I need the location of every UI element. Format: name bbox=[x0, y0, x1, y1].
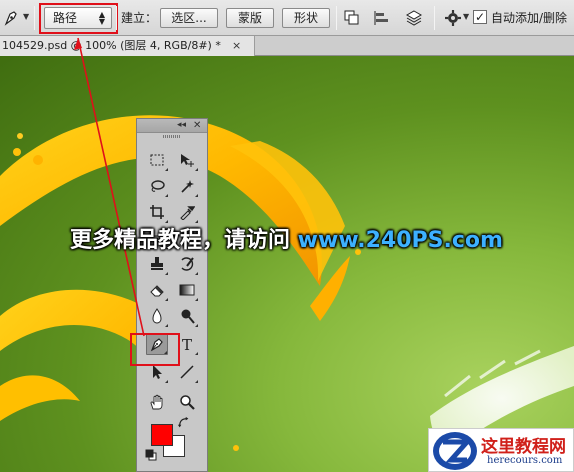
divider bbox=[434, 6, 435, 30]
blur-icon[interactable] bbox=[146, 305, 168, 327]
auto-add-delete-checkbox[interactable]: ✓ bbox=[473, 10, 487, 24]
juice-splash-image bbox=[0, 115, 574, 472]
highlight-mode-select bbox=[39, 3, 118, 34]
path-alignment-icon[interactable] bbox=[372, 9, 390, 27]
hand-icon[interactable] bbox=[146, 391, 168, 413]
site-logo: 这里教程网 herecours.com bbox=[428, 428, 574, 472]
rectangular-marquee-icon[interactable] bbox=[146, 149, 168, 171]
logo-url: herecours.com bbox=[487, 455, 563, 466]
eyedropper-icon[interactable] bbox=[176, 201, 198, 223]
move-icon[interactable] bbox=[176, 149, 198, 171]
make-shape-button[interactable]: 形状 bbox=[282, 8, 330, 28]
make-mask-button[interactable]: 蒙版 bbox=[226, 8, 274, 28]
tool-preset-caret-icon[interactable]: ▼ bbox=[23, 12, 29, 21]
divider bbox=[116, 6, 117, 30]
dodge-icon[interactable] bbox=[176, 305, 198, 327]
lasso-icon[interactable] bbox=[146, 175, 168, 197]
drag-grip[interactable] bbox=[163, 135, 181, 138]
path-arrangement-icon[interactable] bbox=[405, 9, 423, 27]
watermark-text: 更多精品教程，请访问 www.240PS.com bbox=[70, 222, 503, 254]
gradient-icon[interactable] bbox=[176, 279, 198, 301]
svg-text:T: T bbox=[182, 336, 192, 352]
document-canvas[interactable] bbox=[0, 56, 574, 472]
history-brush-icon[interactable] bbox=[176, 253, 198, 275]
path-operations-icon[interactable] bbox=[343, 9, 361, 27]
divider bbox=[34, 6, 35, 30]
gear-icon[interactable] bbox=[444, 9, 462, 27]
close-icon[interactable]: × bbox=[232, 36, 241, 55]
document-title: 104529.psd @ 100% (图层 4, RGB/8#) * bbox=[2, 39, 221, 52]
pen-icon[interactable] bbox=[2, 8, 22, 28]
settings-caret-icon[interactable]: ▼ bbox=[463, 12, 469, 21]
document-tab-bar: 104529.psd @ 100% (图层 4, RGB/8#) * × bbox=[0, 36, 574, 56]
collapse-icon[interactable]: ◂◂ bbox=[177, 119, 186, 132]
document-tab[interactable]: 104529.psd @ 100% (图层 4, RGB/8#) * × bbox=[0, 36, 255, 56]
highlight-pen-tool bbox=[130, 333, 180, 366]
make-label: 建立： bbox=[121, 11, 158, 25]
logo-name: 这里教程网 bbox=[481, 437, 566, 457]
clone-stamp-icon[interactable] bbox=[146, 253, 168, 275]
logo-emblem bbox=[433, 432, 477, 470]
auto-add-delete-label: 自动添加/删除 bbox=[491, 11, 568, 25]
close-icon[interactable]: ✕ bbox=[193, 119, 201, 132]
options-bar: ▼ 路径 ▲ ▼ 建立： 选区... 蒙版 形状 ▼ ✓ 自动添加/删除 bbox=[0, 0, 574, 36]
tools-panel: ◂◂ ✕ T bbox=[136, 118, 208, 472]
tools-panel-header[interactable]: ◂◂ ✕ bbox=[137, 119, 207, 133]
eraser-icon[interactable] bbox=[146, 279, 168, 301]
watermark-url: www.240PS.com bbox=[297, 228, 503, 253]
watermark-prefix: 更多精品教程，请访问 bbox=[70, 228, 298, 253]
make-selection-button[interactable]: 选区... bbox=[160, 8, 218, 28]
crop-icon[interactable] bbox=[146, 201, 168, 223]
foreground-color-swatch[interactable] bbox=[151, 424, 173, 446]
swap-colors-icon[interactable] bbox=[177, 416, 191, 430]
divider bbox=[336, 6, 337, 30]
zoom-icon[interactable] bbox=[176, 391, 198, 413]
default-colors-icon[interactable] bbox=[145, 449, 157, 461]
magic-wand-icon[interactable] bbox=[176, 175, 198, 197]
